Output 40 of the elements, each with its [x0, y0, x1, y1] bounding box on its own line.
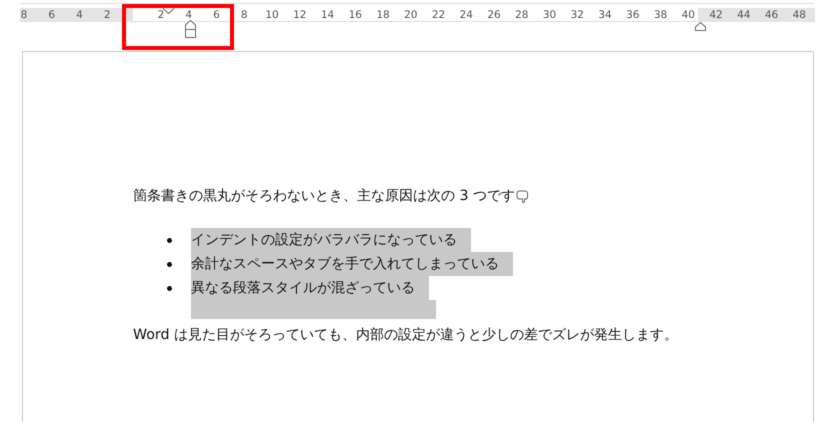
list-item-text: 異なる段落スタイルが混ざっている [191, 276, 429, 300]
ruler-number: 20 [404, 8, 418, 21]
ruler-number: 26 [487, 8, 501, 21]
ruler-number: 10 [265, 8, 279, 21]
ruler-number: 8 [240, 8, 249, 21]
indent-marker-icon[interactable] [163, 6, 174, 14]
bullet-icon [167, 262, 172, 267]
ruler-number: 14 [320, 8, 334, 21]
ruler-number: 18 [376, 8, 390, 21]
ruler-number: 22 [432, 8, 446, 21]
ruler-number: 36 [626, 8, 640, 21]
ruler-number: 32 [570, 8, 584, 21]
indent-marker-icon[interactable] [695, 22, 706, 31]
ruler-number: 16 [348, 8, 362, 21]
list-item-text: 余計なスペースやタブを手で入れてしまっている [191, 252, 513, 276]
ruler-number: 46 [764, 8, 778, 22]
ruler-number: 24 [459, 8, 474, 21]
ruler-number: 12 [292, 8, 307, 21]
paragraph-text: Word は見た目がそろっていても、内部の設定が違うと少しの差でズレが発生します。 [133, 326, 678, 345]
ruler-number: 4 [184, 8, 194, 21]
paragraph-text: 箇条書きの黒丸がそろわないとき、主な原因は次の 3 つです [133, 187, 516, 206]
list-item-text: インデントの設定がバラバラになっている [191, 228, 471, 252]
indent-marker-icon[interactable] [185, 20, 196, 38]
ruler-number: 4 [76, 8, 84, 22]
pointing-hand-icon [516, 190, 530, 202]
ruler-number: 38 [654, 8, 668, 21]
ruler-number: 8 [20, 8, 28, 22]
ruler-number: 28 [514, 8, 529, 21]
ruler-number: 30 [542, 8, 556, 21]
ruler-number: 42 [709, 8, 723, 22]
ruler-number: 34 [598, 8, 612, 21]
bullet-icon [167, 238, 172, 243]
ruler-number: 48 [792, 8, 806, 22]
ruler-number: 6 [212, 8, 221, 21]
ruler-number: 2 [103, 8, 112, 22]
bullet-icon [167, 286, 172, 291]
ruler-number: 40 [681, 8, 696, 21]
ruler-number: 44 [736, 8, 751, 22]
ruler-number: 2 [156, 8, 166, 21]
ruler-number: 6 [48, 8, 56, 22]
